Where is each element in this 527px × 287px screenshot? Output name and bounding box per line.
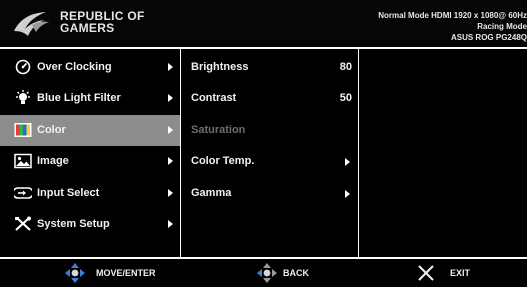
menu-item-label: System Setup bbox=[37, 218, 110, 230]
tools-icon bbox=[15, 216, 31, 231]
submenu-item-brightness[interactable]: Brightness 80 bbox=[181, 52, 358, 83]
close-icon bbox=[418, 265, 434, 281]
submenu-item-label: Brightness bbox=[191, 61, 249, 73]
color-palette-icon bbox=[14, 123, 32, 137]
input-icon bbox=[14, 187, 32, 199]
color-submenu: Brightness 80 Contrast 50 Saturation Col… bbox=[181, 49, 359, 257]
chevron-right-icon bbox=[168, 157, 173, 165]
chevron-right-icon bbox=[345, 158, 350, 166]
exit-key[interactable]: EXIT bbox=[417, 259, 487, 287]
exit-label: EXIT bbox=[450, 268, 471, 278]
submenu-item-label: Saturation bbox=[191, 124, 246, 136]
submenu-item-saturation: Saturation bbox=[181, 115, 358, 146]
menu-item-label: Input Select bbox=[37, 187, 100, 199]
chevron-right-icon bbox=[168, 94, 173, 102]
osd-header: REPUBLIC OF GAMERS Normal Mode HDMI 1920… bbox=[0, 0, 527, 49]
move-enter-key[interactable]: MOVE/ENTER bbox=[64, 259, 174, 287]
submenu-item-color-temp[interactable]: Color Temp. bbox=[181, 146, 358, 177]
menu-item-input-select[interactable]: Input Select bbox=[0, 178, 180, 209]
submenu-item-gamma[interactable]: Gamma bbox=[181, 178, 358, 209]
chevron-right-icon bbox=[168, 189, 173, 197]
menu-item-over-clocking[interactable]: Over Clocking bbox=[0, 52, 180, 83]
detail-panel bbox=[359, 49, 527, 257]
menu-item-label: Image bbox=[37, 155, 69, 167]
rog-logo-icon bbox=[14, 12, 49, 36]
menu-item-image[interactable]: Image bbox=[0, 146, 180, 177]
speedometer-icon bbox=[15, 59, 31, 75]
joystick-left-icon bbox=[257, 263, 277, 283]
lightbulb-icon bbox=[16, 90, 30, 104]
osd-footer: MOVE/ENTER BACK EXIT bbox=[0, 257, 527, 287]
chevron-right-icon bbox=[168, 63, 173, 71]
move-enter-label: MOVE/ENTER bbox=[96, 268, 156, 278]
menu-item-color[interactable]: Color bbox=[0, 115, 180, 146]
chevron-right-icon bbox=[345, 190, 350, 198]
chevron-right-icon bbox=[168, 126, 173, 134]
back-label: BACK bbox=[283, 268, 309, 278]
back-key[interactable]: BACK bbox=[256, 259, 326, 287]
submenu-item-label: Gamma bbox=[191, 187, 232, 199]
menu-item-label: Blue Light Filter bbox=[37, 92, 121, 104]
menu-item-label: Over Clocking bbox=[37, 61, 112, 73]
chevron-right-icon bbox=[168, 220, 173, 228]
status-mode-resolution: Normal Mode HDMI 1920 x 1080@ 60Hz bbox=[378, 11, 527, 20]
submenu-item-contrast[interactable]: Contrast 50 bbox=[181, 83, 358, 114]
brand-name: REPUBLIC OF GAMERS bbox=[60, 10, 145, 34]
status-info: Normal Mode HDMI 1920 x 1080@ 60Hz Racin… bbox=[378, 10, 527, 43]
main-menu: Over Clocking Blue Light Filter Color Im… bbox=[0, 49, 181, 257]
menu-item-system-setup[interactable]: System Setup bbox=[0, 209, 180, 240]
submenu-item-label: Contrast bbox=[191, 92, 237, 104]
status-game-mode: Racing Mode bbox=[477, 22, 527, 31]
status-model: ASUS ROG PG248Q bbox=[450, 33, 527, 42]
submenu-item-label: Color Temp. bbox=[191, 155, 255, 167]
brightness-value: 80 bbox=[339, 61, 352, 73]
joystick-icon bbox=[65, 263, 85, 283]
menu-item-blue-light-filter[interactable]: Blue Light Filter bbox=[0, 83, 180, 114]
image-icon bbox=[14, 153, 32, 169]
menu-item-label: Color bbox=[37, 124, 66, 136]
brand-line-2: GAMERS bbox=[60, 21, 115, 35]
contrast-value: 50 bbox=[339, 92, 352, 104]
